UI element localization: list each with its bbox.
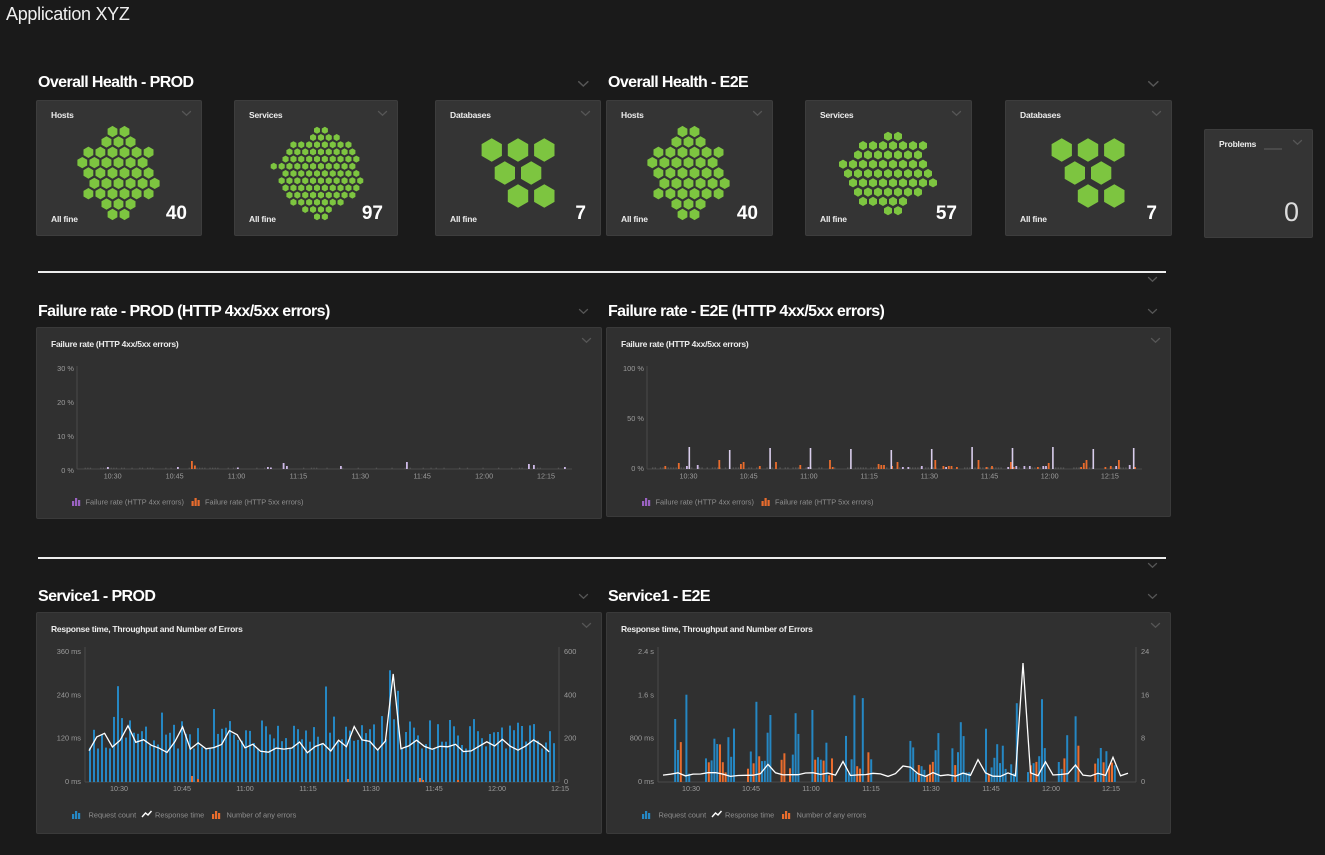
svg-text:30 %: 30 % [57,364,74,373]
svg-text:10:30: 10:30 [110,784,128,793]
svg-text:10:45: 10:45 [166,472,184,481]
svg-text:Failure rate (HTTP 4xx errors): Failure rate (HTTP 4xx errors) [86,498,184,507]
svg-text:11:30: 11:30 [362,784,379,793]
svg-text:0 ms: 0 ms [65,777,81,786]
svg-text:0 %: 0 % [631,464,644,473]
svg-text:Request count: Request count [89,811,137,820]
svg-text:Response time: Response time [155,811,204,820]
svg-text:12:00: 12:00 [488,784,506,793]
svg-text:24: 24 [1141,647,1149,656]
svg-text:Response time: Response time [725,811,774,820]
svg-text:11:00: 11:00 [800,472,817,481]
svg-text:Failure rate (HTTP 5xx errors): Failure rate (HTTP 5xx errors) [775,498,873,507]
svg-text:360 ms: 360 ms [57,647,82,656]
svg-text:12:00: 12:00 [475,472,493,481]
svg-text:800 ms: 800 ms [630,734,655,743]
svg-text:600: 600 [564,647,576,656]
svg-text:11:30: 11:30 [921,472,938,481]
svg-text:120 ms: 120 ms [57,734,82,743]
svg-text:11:15: 11:15 [860,472,877,481]
svg-text:12:15: 12:15 [1101,472,1119,481]
svg-text:11:30: 11:30 [922,784,939,793]
svg-text:12:00: 12:00 [1042,784,1060,793]
svg-text:2.4 s: 2.4 s [638,647,654,656]
svg-text:11:45: 11:45 [981,472,998,481]
svg-text:0: 0 [1141,777,1145,786]
svg-text:Failure rate (HTTP 5xx errors): Failure rate (HTTP 5xx errors) [205,498,303,507]
svg-text:200: 200 [564,734,576,743]
svg-text:11:15: 11:15 [862,784,879,793]
svg-text:16: 16 [1141,690,1149,699]
svg-text:100 %: 100 % [623,364,644,373]
svg-text:50 %: 50 % [627,414,644,423]
svg-text:Failure rate (HTTP 4xx errors): Failure rate (HTTP 4xx errors) [656,498,754,507]
svg-text:Request count: Request count [659,811,707,820]
svg-text:12:00: 12:00 [1041,472,1059,481]
svg-text:11:00: 11:00 [228,472,245,481]
svg-text:11:45: 11:45 [425,784,442,793]
svg-text:10:45: 10:45 [740,472,758,481]
svg-text:11:15: 11:15 [299,784,316,793]
svg-text:10:30: 10:30 [680,472,698,481]
svg-text:11:00: 11:00 [236,784,253,793]
svg-text:11:00: 11:00 [802,784,819,793]
svg-text:Number of any errors: Number of any errors [797,811,867,820]
svg-text:12:15: 12:15 [1102,784,1120,793]
svg-text:12:15: 12:15 [551,784,569,793]
svg-text:10:30: 10:30 [682,784,700,793]
svg-text:0 ms: 0 ms [638,777,654,786]
svg-text:0 %: 0 % [61,466,74,475]
svg-text:10:45: 10:45 [173,784,191,793]
svg-text:10:45: 10:45 [742,784,760,793]
svg-text:240 ms: 240 ms [57,690,82,699]
svg-text:11:30: 11:30 [352,472,369,481]
svg-text:400: 400 [564,690,576,699]
svg-text:8: 8 [1141,734,1145,743]
svg-text:1.6 s: 1.6 s [638,690,654,699]
svg-text:11:15: 11:15 [290,472,307,481]
svg-text:11:45: 11:45 [982,784,999,793]
svg-text:12:15: 12:15 [537,472,555,481]
svg-text:10:30: 10:30 [104,472,122,481]
svg-text:10 %: 10 % [57,432,74,441]
svg-text:20 %: 20 % [57,398,74,407]
svg-text:11:45: 11:45 [413,472,430,481]
svg-text:Number of any errors: Number of any errors [227,811,297,820]
